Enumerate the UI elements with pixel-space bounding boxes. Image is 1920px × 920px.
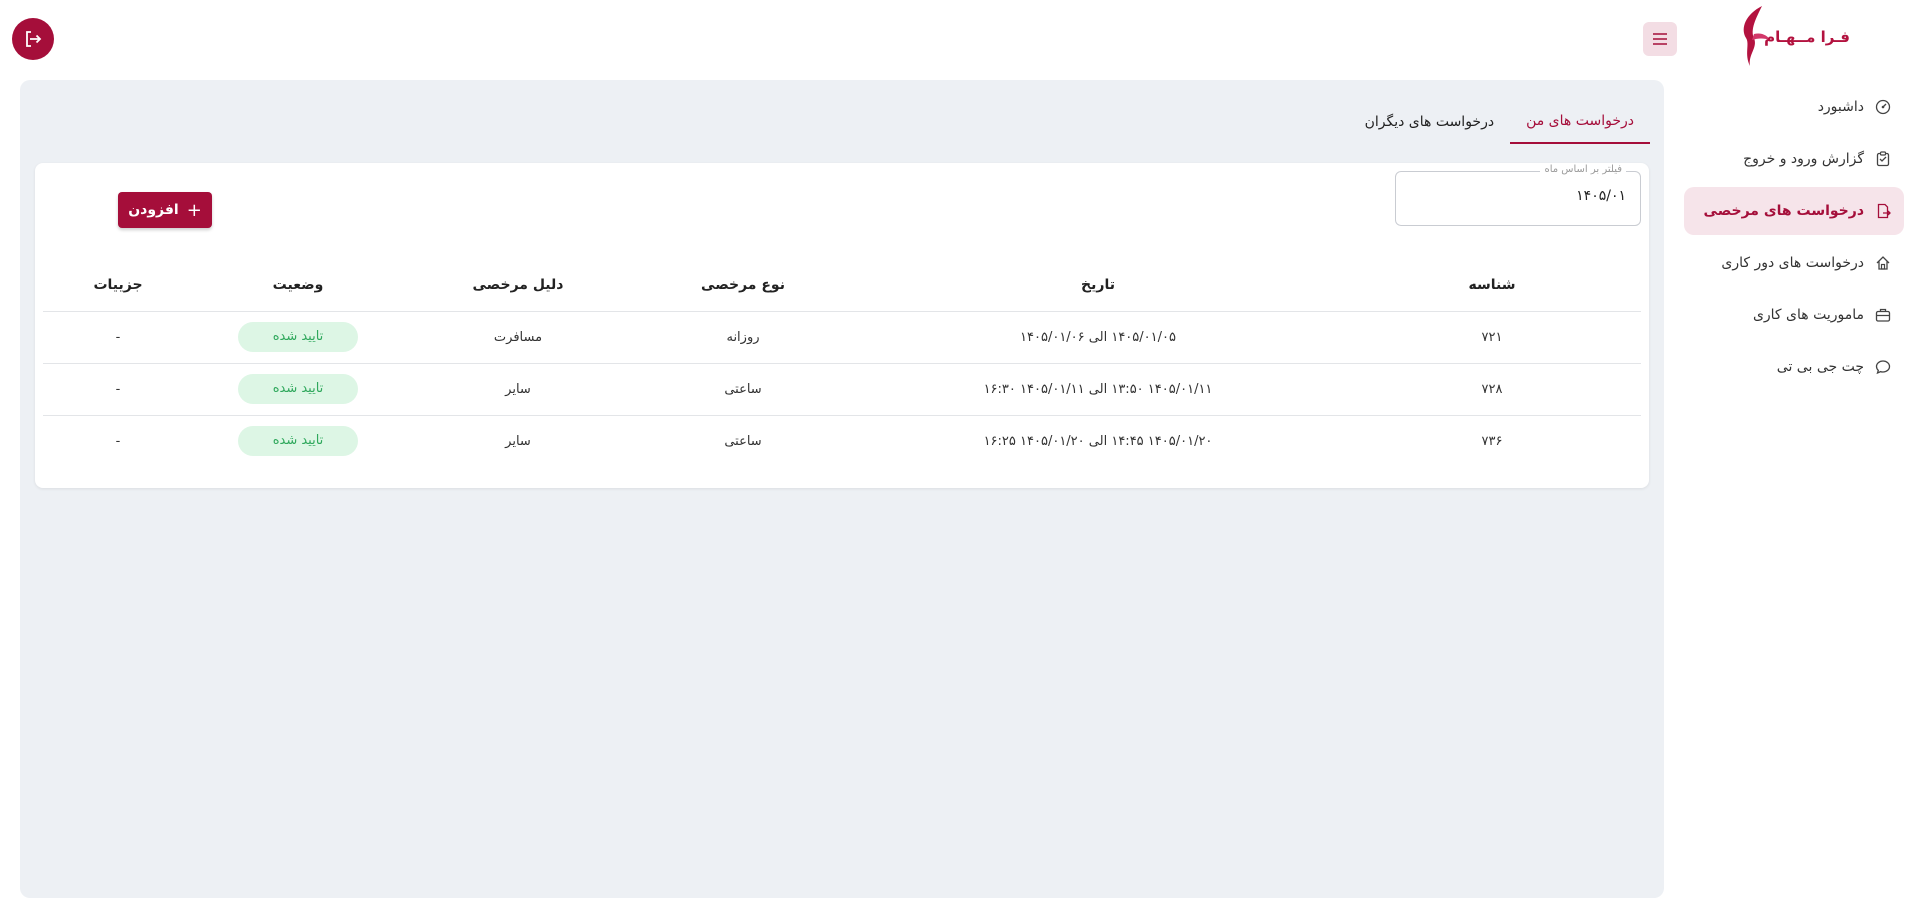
cell-date: ۱۴۰۵/۰۱/۱۱ ۱۳:۵۰ الی ۱۴۰۵/۰۱/۱۱ ۱۶:۳۰	[853, 363, 1343, 416]
cell-id: ۷۳۶	[1481, 433, 1503, 449]
requests-card: فیلتر بر اساس ماه افزودن + جزییات وضعیت …	[35, 163, 1649, 488]
header-status: وضعیت	[193, 259, 403, 312]
sidebar-nav: داشبورد گزارش ورود و خروج درخواست های مر…	[1684, 83, 1904, 395]
header-details: جزییات	[43, 259, 193, 312]
cell-status: تایید شده	[193, 415, 403, 467]
cell-details: -	[115, 433, 121, 449]
month-filter-label: فیلتر بر اساس ماه	[1540, 164, 1626, 175]
clipboard-icon	[1874, 150, 1892, 168]
logo-text: فـرا مــهـام	[1764, 28, 1850, 46]
cell-id: ۷۲۸	[1343, 363, 1641, 416]
table-row[interactable]: - تایید شده مسافرت روزانه ۱۴۰۵/۰۱/۰۵ الی…	[43, 311, 1641, 364]
status-badge: تایید شده	[238, 426, 358, 457]
sidebar: فـرا مــهـام داشبورد گزارش ورود و خروج د…	[1680, 0, 1920, 920]
header-id: شناسه	[1343, 259, 1641, 312]
cell-date: ۱۴۰۵/۰۱/۲۰ ۱۴:۴۵ الی ۱۴۰۵/۰۱/۲۰ ۱۶:۲۵	[983, 433, 1213, 449]
sidebar-item-label: درخواست های مرخصی	[1703, 203, 1864, 219]
cell-reason: سایر	[505, 433, 531, 449]
cell-status: تایید شده	[193, 311, 403, 364]
add-button-label: افزودن	[128, 202, 179, 218]
sidebar-item-leave-requests[interactable]: درخواست های مرخصی	[1684, 187, 1904, 235]
request-tabs: درخواست های من درخواست های دیگران	[1349, 100, 1650, 144]
sidebar-item-remote-work[interactable]: درخواست های دور کاری	[1684, 239, 1904, 287]
sidebar-item-chatgpt[interactable]: چت جی بی تی	[1684, 343, 1904, 391]
home-icon	[1874, 254, 1892, 272]
month-filter: فیلتر بر اساس ماه	[1395, 164, 1641, 226]
app-logo[interactable]: فـرا مــهـام	[1730, 2, 1850, 70]
hamburger-icon	[1653, 33, 1667, 45]
cell-details: -	[43, 363, 193, 416]
logout-icon	[26, 31, 42, 47]
leave-requests-table: جزییات وضعیت دلیل مرخصی نوع مرخصی تاریخ …	[43, 259, 1641, 467]
cell-type: ساعتی	[724, 433, 762, 449]
cell-reason: مسافرت	[403, 311, 633, 364]
header-type: نوع مرخصی	[633, 259, 853, 312]
cell-details: -	[43, 311, 193, 364]
sidebar-item-label: گزارش ورود و خروج	[1743, 151, 1864, 167]
status-badge: تایید شده	[238, 374, 358, 404]
cell-status: تایید شده	[193, 363, 403, 416]
cell-type: ساعتی	[633, 363, 853, 416]
month-filter-input[interactable]	[1416, 188, 1626, 204]
menu-toggle-button[interactable]	[1643, 22, 1677, 56]
sidebar-item-dashboard[interactable]: داشبورد	[1684, 83, 1904, 131]
sidebar-item-label: چت جی بی تی	[1776, 359, 1864, 375]
header-date: تاریخ	[853, 259, 1343, 312]
dashboard-icon	[1874, 98, 1892, 116]
header-reason: دلیل مرخصی	[403, 259, 633, 312]
table-row[interactable]: - تایید شده سایر ساعتی ۱۴۰۵/۰۱/۱۱ ۱۳:۵۰ …	[43, 363, 1641, 416]
plus-icon: +	[186, 199, 202, 221]
cell-id: ۷۲۱	[1343, 311, 1641, 364]
table-header-row: جزییات وضعیت دلیل مرخصی نوع مرخصی تاریخ …	[43, 259, 1641, 312]
chat-icon	[1874, 358, 1892, 376]
cell-date: ۱۴۰۵/۰۱/۰۵ الی ۱۴۰۵/۰۱/۰۶	[853, 311, 1343, 364]
add-button[interactable]: افزودن +	[118, 192, 212, 228]
sidebar-item-label: درخواست های دور کاری	[1721, 255, 1864, 271]
status-badge: تایید شده	[238, 322, 358, 352]
cell-type: روزانه	[633, 311, 853, 364]
file-export-icon	[1874, 202, 1892, 220]
cell-reason: سایر	[403, 363, 633, 416]
tab-my-requests[interactable]: درخواست های من	[1510, 100, 1650, 144]
briefcase-icon	[1874, 306, 1892, 324]
table-row[interactable]: - تایید شده سایر ساعتی ۱۴۰۵/۰۱/۲۰ ۱۴:۴۵ …	[43, 415, 1641, 467]
logout-button[interactable]	[12, 18, 54, 60]
sidebar-item-label: ماموریت های کاری	[1752, 307, 1864, 323]
sidebar-item-attendance-report[interactable]: گزارش ورود و خروج	[1684, 135, 1904, 183]
sidebar-item-missions[interactable]: ماموریت های کاری	[1684, 291, 1904, 339]
main-panel: درخواست های من درخواست های دیگران فیلتر …	[20, 80, 1664, 898]
tab-others-requests[interactable]: درخواست های دیگران	[1349, 100, 1511, 144]
sidebar-item-label: داشبورد	[1817, 99, 1864, 115]
